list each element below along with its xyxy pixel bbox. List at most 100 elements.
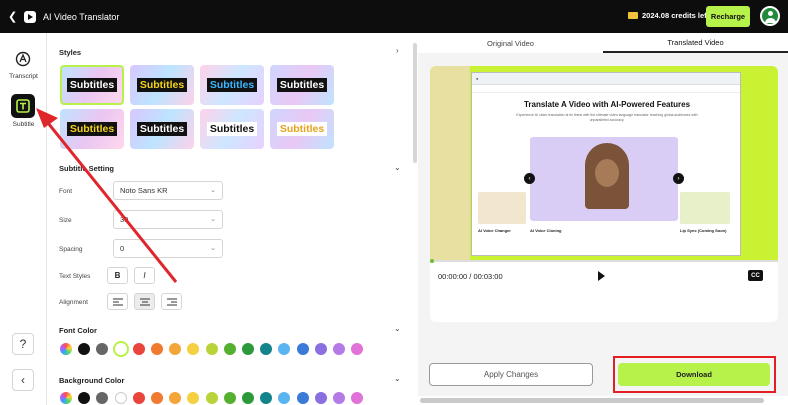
style-tile-text: Subtitles xyxy=(276,122,328,136)
captions-button[interactable]: CC xyxy=(748,270,763,281)
color-swatch[interactable] xyxy=(223,392,236,404)
color-swatch[interactable] xyxy=(296,392,309,404)
size-select[interactable]: 30 ⌄ xyxy=(113,210,223,229)
player-controls: 00:00:00 / 00:03:00 CC xyxy=(430,259,778,322)
horizontal-scrollbar[interactable] xyxy=(418,396,788,405)
color-swatch[interactable] xyxy=(260,392,273,404)
subtitle-nav-label: Subtitle xyxy=(12,121,35,128)
color-swatch[interactable] xyxy=(169,343,182,355)
style-tile-text: Subtitles xyxy=(136,78,188,92)
chevron-down-icon[interactable]: ⌄ xyxy=(394,163,401,172)
style-tile[interactable]: Subtitles xyxy=(270,65,334,105)
color-swatch[interactable] xyxy=(351,343,364,355)
transcript-icon xyxy=(15,51,31,67)
progress-bar[interactable] xyxy=(430,259,778,263)
credits-display: 2024.08 credits left xyxy=(628,11,709,20)
color-swatch[interactable] xyxy=(132,343,145,355)
tab-translated-video[interactable]: Translated Video xyxy=(603,33,788,53)
color-swatch[interactable] xyxy=(205,392,218,404)
style-tile-text: Subtitles xyxy=(66,78,118,92)
transcript-nav-button[interactable] xyxy=(11,47,35,71)
text-styles-label: Text Styles xyxy=(59,273,91,280)
color-swatch[interactable] xyxy=(242,392,254,404)
align-left-button[interactable] xyxy=(107,293,128,310)
style-tile-text: Subtitles xyxy=(206,78,258,92)
color-swatch[interactable] xyxy=(351,392,364,404)
subtitle-nav-button[interactable] xyxy=(11,94,35,118)
top-bar: ❮ AI Video Translator 2024.08 credits le… xyxy=(0,0,788,33)
recharge-button[interactable]: Recharge xyxy=(706,6,750,27)
color-swatch[interactable] xyxy=(333,343,345,355)
help-button[interactable]: ? xyxy=(12,333,34,355)
coin-icon xyxy=(628,12,638,19)
color-swatch[interactable] xyxy=(78,343,91,355)
color-swatch[interactable] xyxy=(187,343,200,355)
size-label: Size xyxy=(59,217,72,224)
style-tile-text: Subtitles xyxy=(206,122,258,136)
font-value: Noto Sans KR xyxy=(120,186,168,195)
app-root: ❮ AI Video Translator 2024.08 credits le… xyxy=(0,0,788,405)
align-right-button[interactable] xyxy=(161,293,182,310)
bold-button[interactable]: B xyxy=(107,267,128,284)
color-swatch[interactable] xyxy=(169,392,182,404)
color-swatch[interactable] xyxy=(278,343,291,355)
color-swatch[interactable] xyxy=(314,392,327,404)
color-swatch[interactable] xyxy=(114,392,127,404)
presenter-image xyxy=(585,143,629,209)
style-tile[interactable]: Subtitles xyxy=(60,65,124,105)
color-picker-swatch[interactable] xyxy=(60,343,72,355)
color-swatch[interactable] xyxy=(112,341,129,357)
color-swatch[interactable] xyxy=(260,343,273,355)
browser-url-bar xyxy=(472,85,740,93)
spacing-select[interactable]: 0 ⌄ xyxy=(113,239,223,258)
color-swatch[interactable] xyxy=(151,343,163,355)
spacing-label: Spacing xyxy=(59,246,83,253)
preview-panel: Original Video Translated Video ● Transl… xyxy=(418,33,788,405)
color-swatch[interactable] xyxy=(205,343,218,355)
background-color-heading: Background Color xyxy=(59,376,125,385)
tab-original-video[interactable]: Original Video xyxy=(418,33,603,53)
play-icon[interactable] xyxy=(598,271,605,281)
style-tile[interactable]: Subtitles xyxy=(200,65,264,105)
collapse-button[interactable]: ‹ xyxy=(12,369,34,391)
color-swatch[interactable] xyxy=(333,392,345,404)
chevron-down-icon[interactable]: ⌄ xyxy=(394,324,401,333)
italic-button[interactable]: I xyxy=(134,267,155,284)
align-center-button[interactable] xyxy=(134,293,155,310)
style-tile[interactable]: Subtitles xyxy=(60,109,124,149)
browser-tab-bar: ● xyxy=(472,73,740,85)
color-swatch[interactable] xyxy=(242,343,254,355)
chevron-down-icon[interactable]: ⌄ xyxy=(394,374,401,383)
color-swatch[interactable] xyxy=(314,343,327,355)
color-swatch[interactable] xyxy=(78,392,91,404)
download-button[interactable]: Download xyxy=(618,363,770,386)
color-swatch[interactable] xyxy=(96,392,109,404)
style-tile[interactable]: Subtitles xyxy=(130,109,194,149)
settings-panel: Styles › Subtitles Subtitles Subtitles Subt… xyxy=(47,33,418,405)
color-swatch[interactable] xyxy=(278,392,291,404)
apply-changes-button[interactable]: Apply Changes xyxy=(429,363,593,386)
chevron-down-icon: ⌄ xyxy=(210,187,216,194)
chevron-right-icon[interactable]: › xyxy=(396,46,399,55)
alignment-label: Alignment xyxy=(59,299,88,306)
video-frame[interactable]: ● Translate A Video with AI-Powered Feat… xyxy=(430,66,778,260)
style-tile[interactable]: Subtitles xyxy=(200,109,264,149)
color-swatch[interactable] xyxy=(296,343,309,355)
style-tile-text: Subtitles xyxy=(276,78,328,92)
credits-text: 2024.08 credits left xyxy=(642,11,710,20)
font-color-heading: Font Color xyxy=(59,326,97,335)
font-select[interactable]: Noto Sans KR ⌄ xyxy=(113,181,223,200)
app-logo-icon xyxy=(24,10,36,23)
style-tile[interactable]: Subtitles xyxy=(270,109,334,149)
color-swatch[interactable] xyxy=(223,343,236,355)
feature-card-voice-changer xyxy=(478,192,526,224)
color-swatch[interactable] xyxy=(132,392,145,404)
color-swatch[interactable] xyxy=(151,392,163,404)
style-tile[interactable]: Subtitles xyxy=(130,65,194,105)
chevron-left-icon[interactable]: ❮ xyxy=(8,10,20,23)
color-swatch[interactable] xyxy=(187,392,200,404)
user-avatar[interactable] xyxy=(760,6,780,26)
color-picker-swatch[interactable] xyxy=(60,392,72,404)
color-swatch[interactable] xyxy=(96,343,109,355)
style-tile-text: Subtitles xyxy=(66,122,118,136)
